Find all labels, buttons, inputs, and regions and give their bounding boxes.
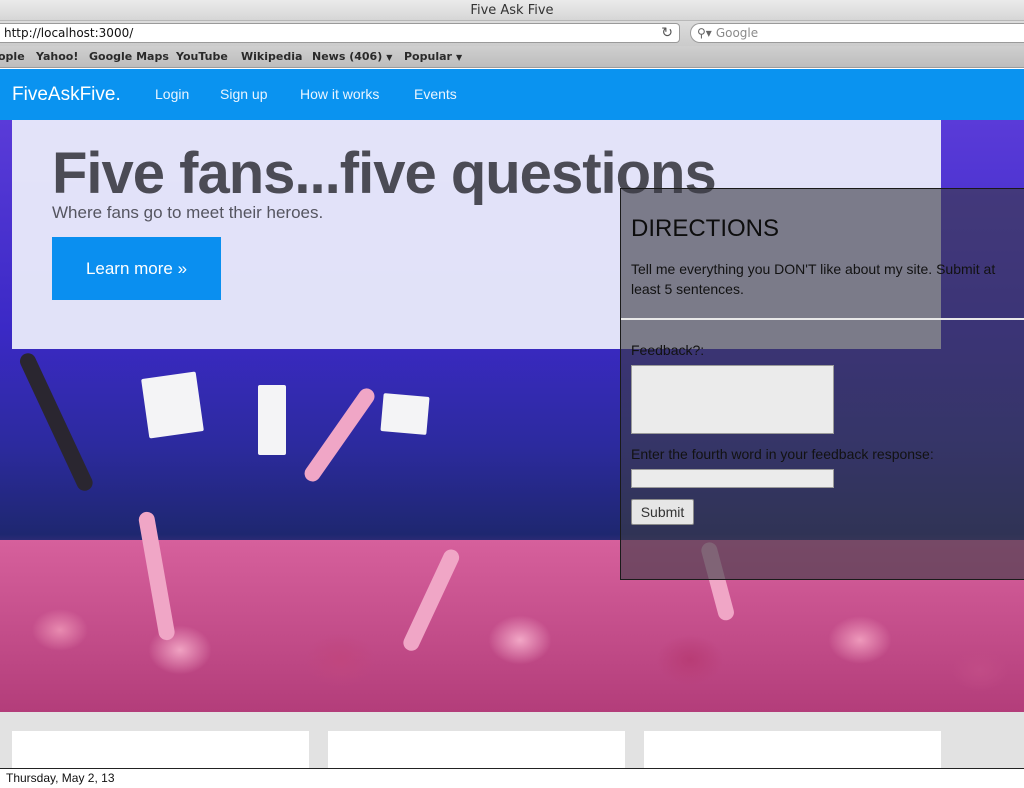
hero-subtitle: Where fans go to meet their heroes.: [52, 203, 324, 222]
browser-toolbar: http://localhost:3000/ ↻ ⚲▾ Google: [0, 21, 1024, 46]
caret-down-icon: ▼: [455, 53, 463, 62]
bookmark-folder[interactable]: Popular ▼: [404, 46, 463, 67]
feedback-textarea[interactable]: [631, 365, 834, 434]
content-card: [12, 731, 309, 768]
bookmark-folder[interactable]: News (406) ▼: [312, 46, 393, 67]
bookmark-item[interactable]: Google Maps: [89, 46, 169, 67]
address-bar[interactable]: http://localhost:3000/ ↻: [0, 23, 680, 43]
fourth-word-label: Enter the fourth word in your feedback r…: [631, 446, 934, 462]
photo-flag: [258, 385, 286, 455]
nav-link-signup[interactable]: Sign up: [220, 69, 267, 120]
search-icon: ⚲▾: [697, 26, 712, 40]
directions-panel: DIRECTIONS Tell me everything you DON'T …: [620, 188, 1024, 580]
search-placeholder: Google: [715, 26, 759, 40]
site-navbar: FiveAskFive. Login Sign up How it works …: [0, 69, 1024, 120]
photo-arm: [301, 385, 378, 485]
window-title: Five Ask Five: [0, 0, 1024, 21]
address-bar-url: http://localhost:3000/: [4, 26, 134, 40]
submit-button[interactable]: Submit: [631, 499, 694, 525]
bookmarks-bar: ople Yahoo! Google Maps YouTube Wikipedi…: [0, 46, 1024, 68]
directions-text: Tell me everything you DON'T like about …: [631, 261, 996, 297]
slide-footer: Thursday, May 2, 13: [0, 768, 1024, 788]
footer-date: Thursday, May 2, 13: [6, 771, 115, 785]
bookmark-item[interactable]: YouTube: [176, 46, 228, 67]
learn-more-button[interactable]: Learn more »: [52, 237, 221, 300]
caret-down-icon: ▼: [386, 53, 393, 62]
photo-flag: [380, 393, 430, 435]
feedback-label: Feedback?:: [631, 342, 705, 358]
search-bar[interactable]: ⚲▾ Google: [690, 23, 1024, 43]
photo-arm: [17, 350, 96, 494]
nav-link-login[interactable]: Login: [155, 69, 189, 120]
fourth-word-input[interactable]: [631, 469, 834, 488]
bookmark-item[interactable]: Yahoo!: [36, 46, 78, 67]
photo-flag: [141, 371, 204, 439]
content-card: [644, 731, 941, 768]
bookmark-item[interactable]: ople: [0, 46, 25, 67]
bookmark-item[interactable]: Wikipedia: [241, 46, 302, 67]
brand-logo[interactable]: FiveAskFive.: [12, 69, 121, 120]
nav-link-events[interactable]: Events: [414, 69, 457, 120]
nav-link-how-it-works[interactable]: How it works: [300, 69, 379, 120]
hero-title: Five fans...five questions: [52, 141, 717, 206]
directions-divider: [621, 318, 1024, 320]
directions-title: DIRECTIONS: [631, 215, 780, 242]
content-area: [0, 712, 1024, 768]
content-card: [328, 731, 625, 768]
reload-icon[interactable]: ↻: [661, 24, 673, 42]
